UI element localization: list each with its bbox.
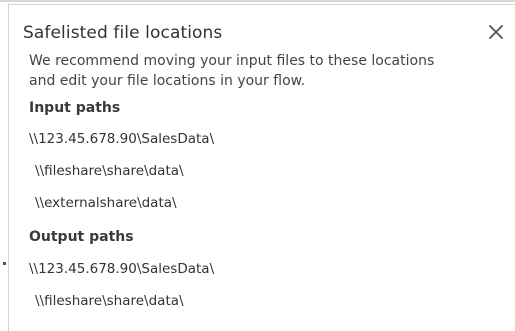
close-icon [489, 25, 503, 39]
edge-marker [3, 262, 6, 265]
safelisted-locations-dialog: Safelisted file locations We recommend m… [8, 4, 515, 331]
close-button[interactable] [485, 21, 507, 43]
description-line-2: and edit your file locations in your flo… [29, 73, 306, 89]
input-path-item: \\externalshare\data\ [35, 195, 177, 211]
top-divider [0, 0, 515, 2]
input-path-item: \\fileshare\share\data\ [35, 163, 184, 179]
output-path-item: \\123.45.678.90\SalesData\ [29, 261, 215, 277]
output-paths-heading: Output paths [29, 229, 134, 245]
description-line-1: We recommend moving your input files to … [29, 53, 435, 69]
input-paths-heading: Input paths [29, 100, 121, 116]
dialog-description: We recommend moving your input files to … [29, 51, 469, 91]
output-path-item: \\fileshare\share\data\ [35, 293, 184, 309]
dialog-title: Safelisted file locations [23, 23, 223, 43]
input-path-item: \\123.45.678.90\SalesData\ [29, 131, 215, 147]
